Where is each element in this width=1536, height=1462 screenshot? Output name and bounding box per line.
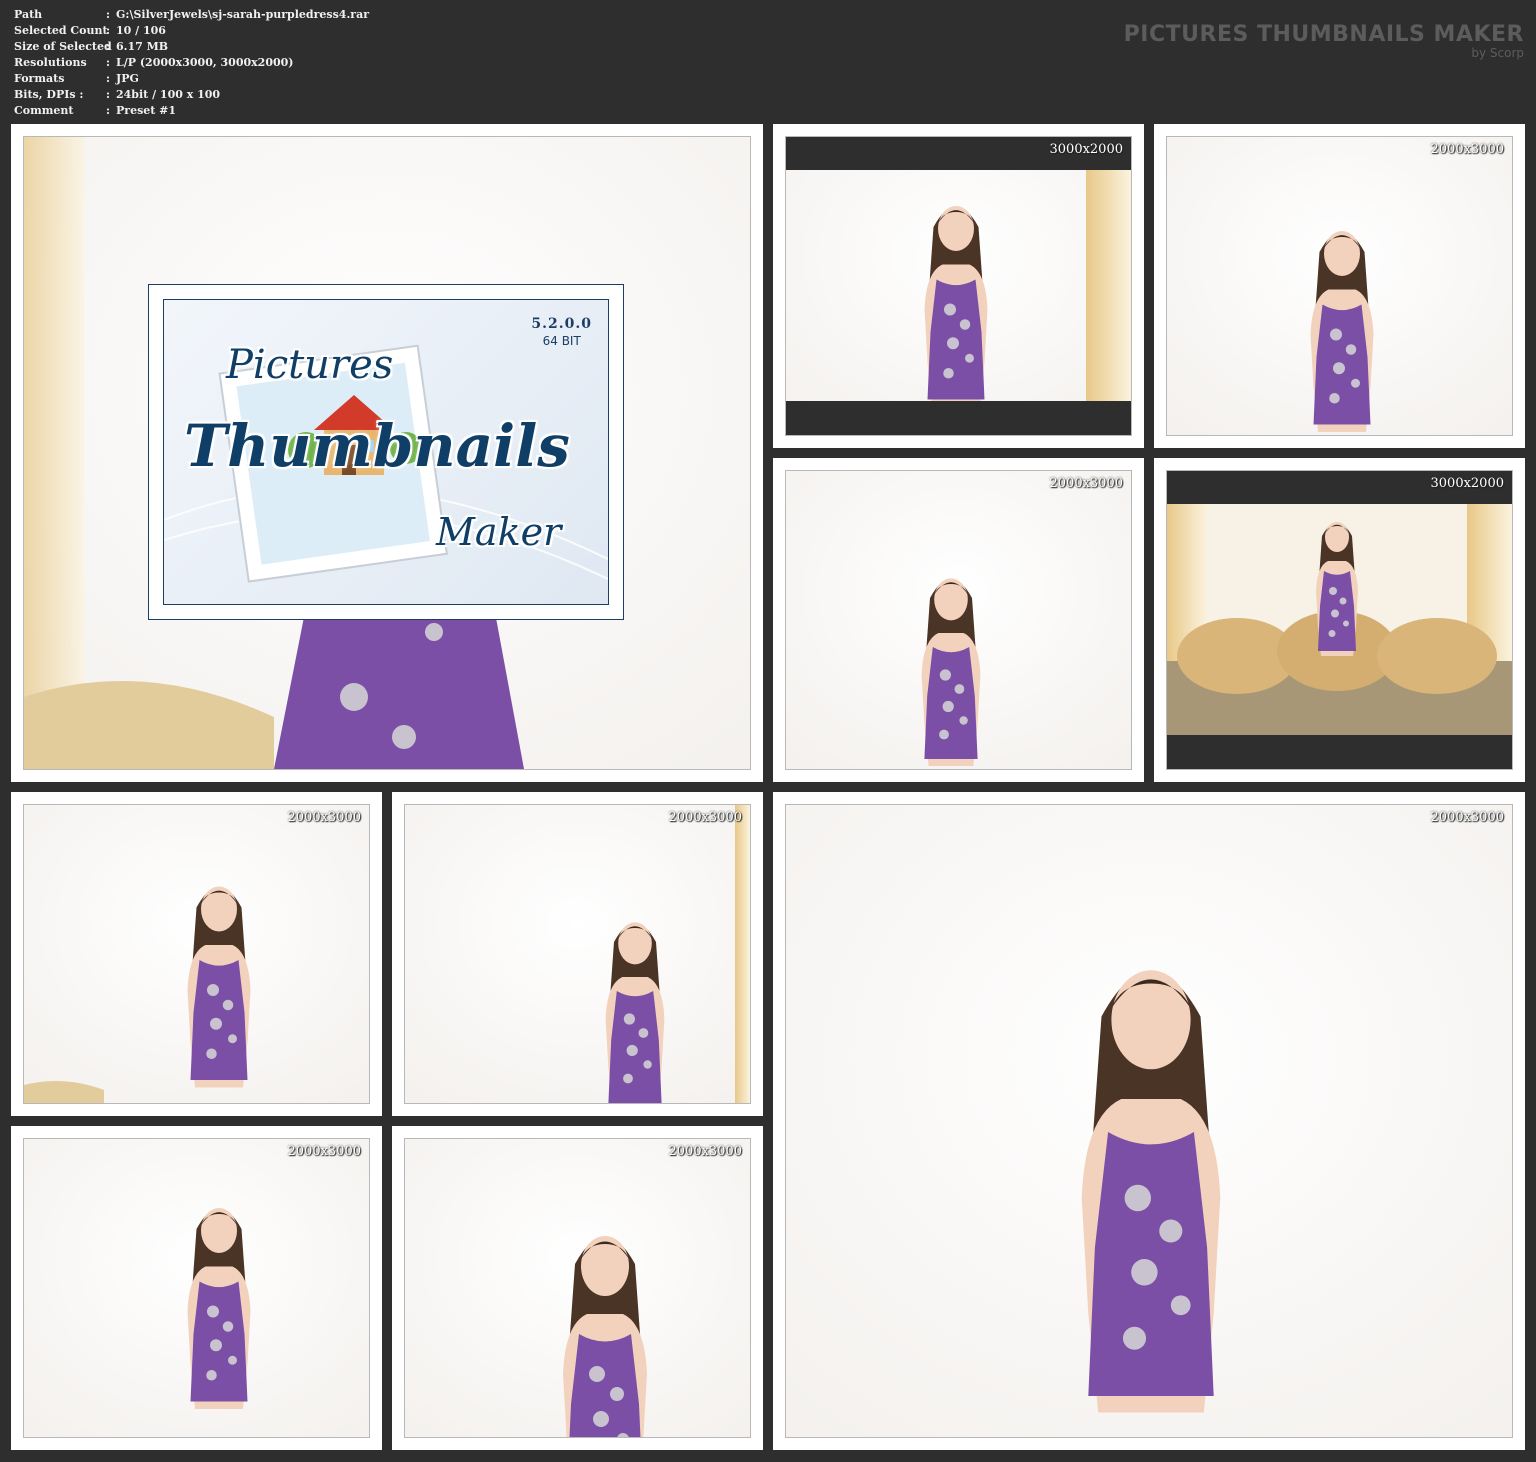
- info-row-path: Path: G:\SilverJewels\sj-sarah-purpledres…: [14, 7, 369, 23]
- thumbnail-tile[interactable]: 2000x3000: [1154, 124, 1525, 448]
- logo-panel: 5.2.0.0 64 BIT Pictures Thumbnails Maker: [163, 299, 609, 605]
- resolution-label: 3000x2000: [1049, 142, 1124, 157]
- photo: [24, 1139, 369, 1437]
- thumbnail-frame: 2000x3000: [23, 1138, 370, 1438]
- thumbnail-frame: 2000x3000: [785, 470, 1132, 770]
- letterbox-band: [1167, 735, 1512, 769]
- thumbnail-frame: 2000x3000: [785, 804, 1513, 1438]
- info-separator: :: [106, 24, 111, 37]
- info-separator: :: [106, 72, 111, 85]
- info-row-size: Size of Selected:6.17 MB: [14, 39, 369, 55]
- info-key: Formats: [14, 72, 65, 85]
- photo: [1167, 137, 1512, 435]
- thumbnail-tile[interactable]: 2000x3000: [11, 792, 382, 1116]
- info-value: JPG: [116, 72, 139, 85]
- info-row-comment: Comment: Preset #1: [14, 103, 369, 119]
- thumbnail-tile[interactable]: 3000x2000: [1154, 458, 1525, 782]
- photo: [405, 805, 750, 1103]
- info-separator: :: [106, 88, 111, 101]
- resolution-label: 2000x3000: [1430, 810, 1505, 825]
- info-value: L/P (2000x3000, 3000x2000): [116, 56, 294, 69]
- info-value: G:\SilverJewels\sj-sarah-purpledress4.ra…: [116, 8, 369, 21]
- thumbnail-tile[interactable]: 5.2.0.0 64 BIT Pictures Thumbnails Maker: [11, 124, 763, 782]
- logo-word-maker: Maker: [436, 510, 562, 554]
- version-bits: 64 BIT: [542, 334, 581, 348]
- info-separator: :: [106, 40, 111, 53]
- info-separator: :: [106, 8, 111, 21]
- thumbnail-frame: 2000x3000: [404, 804, 751, 1104]
- info-key: Path: [14, 8, 43, 21]
- info-row-formats: Formats: JPG: [14, 71, 369, 87]
- thumbnail-tile[interactable]: 3000x2000: [773, 124, 1144, 448]
- brand-subtitle: by Scorp: [1471, 46, 1524, 60]
- resolution-label: 2000x3000: [668, 1144, 743, 1159]
- info-key: Comment: [14, 104, 74, 117]
- thumbnail-frame: 5.2.0.0 64 BIT Pictures Thumbnails Maker: [23, 136, 751, 770]
- brand-title: PICTURES THUMBNAILS MAKER: [1123, 22, 1524, 47]
- thumbnail-frame: 2000x3000: [404, 1138, 751, 1438]
- info-value: 10 / 106: [116, 24, 166, 37]
- info-separator: :: [106, 56, 111, 69]
- info-panel: Path: G:\SilverJewels\sj-sarah-purpledres…: [14, 7, 369, 119]
- info-value: 6.17 MB: [116, 40, 169, 53]
- info-key: Size of Selected: [14, 40, 112, 53]
- resolution-label: 2000x3000: [1049, 476, 1124, 491]
- app-logo: 5.2.0.0 64 BIT Pictures Thumbnails Maker: [148, 284, 624, 620]
- info-key: Resolutions: [14, 56, 87, 69]
- info-key: Bits, DPIs :: [14, 88, 84, 101]
- letterbox-band: [786, 401, 1131, 435]
- resolution-label: 2000x3000: [287, 810, 362, 825]
- info-row-selected-count: Selected Count:10 / 106: [14, 23, 369, 39]
- info-row-resolutions: Resolutions: L/P (2000x3000, 3000x2000): [14, 55, 369, 71]
- thumbnail-tile[interactable]: 2000x3000: [392, 792, 763, 1116]
- brand-watermark: PICTURES THUMBNAILS MAKER by Scorp: [1124, 22, 1524, 60]
- photo: [786, 137, 1131, 435]
- resolution-label: 2000x3000: [287, 1144, 362, 1159]
- photo: [24, 805, 369, 1103]
- photo: [1167, 471, 1512, 769]
- photo: [786, 471, 1131, 769]
- thumbnail-frame: 3000x2000: [785, 136, 1132, 436]
- info-value: Preset #1: [116, 104, 177, 117]
- photo: [405, 1139, 750, 1437]
- thumbnail-tile[interactable]: 2000x3000: [773, 792, 1525, 1450]
- info-row-bits: Bits, DPIs ::24bit / 100 x 100: [14, 87, 369, 103]
- logo-word-pictures: Pictures: [226, 342, 394, 388]
- resolution-label: 3000x2000: [1430, 476, 1505, 491]
- thumbnail-tile[interactable]: 2000x3000: [392, 1126, 763, 1450]
- thumbnail-frame: 2000x3000: [23, 804, 370, 1104]
- thumbnail-tile[interactable]: 2000x3000: [11, 1126, 382, 1450]
- info-separator: :: [106, 104, 111, 117]
- resolution-label: 2000x3000: [668, 810, 743, 825]
- logo-word-thumbnails: Thumbnails: [184, 412, 570, 480]
- thumbnail-frame: 2000x3000: [1166, 136, 1513, 436]
- resolution-label: 2000x3000: [1430, 142, 1505, 157]
- version-number: 5.2.0.0: [531, 316, 592, 332]
- thumbnail-frame: 3000x2000: [1166, 470, 1513, 770]
- info-value: 24bit / 100 x 100: [116, 88, 221, 101]
- info-key: Selected Count: [14, 24, 108, 37]
- thumbnail-tile[interactable]: 2000x3000: [773, 458, 1144, 782]
- logo-version: 5.2.0.0 64 BIT: [531, 316, 592, 348]
- photo: [786, 805, 1512, 1437]
